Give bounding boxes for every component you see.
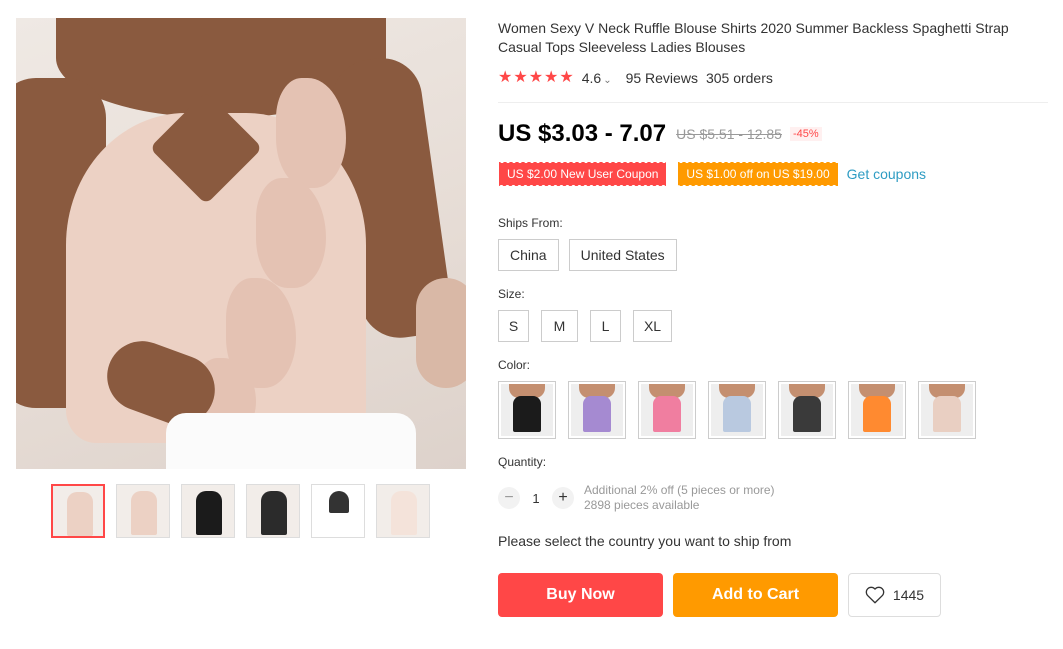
product-title: Women Sexy V Neck Ruffle Blouse Shirts 2… [498,20,1009,55]
action-buttons: Buy Now Add to Cart 1445 [498,573,941,617]
wishlist-count: 1445 [892,587,925,603]
ship-country-note: Please select the country you want to sh… [498,533,792,549]
chevron-down-icon: ⌄ [603,75,612,86]
thumbnail-1[interactable] [51,484,105,538]
color-swatch-3[interactable] [638,381,696,439]
garment-shape [863,396,891,432]
color-swatch-image [641,384,693,436]
discount-badge: -45% [789,127,822,141]
ship-option-china[interactable]: China [498,239,559,271]
garment-shape [583,396,611,432]
quantity-label: Quantity: [498,455,547,469]
quantity-input[interactable]: 1 [520,491,552,506]
bulk-discount-text: Additional 2% off (5 pieces or more) [584,483,775,497]
garment-shape [723,396,751,432]
quantity-decrease-button[interactable]: − [498,487,520,509]
thumbnail-6[interactable] [376,484,430,538]
garment-shape [793,396,821,432]
heart-icon [865,586,885,604]
color-swatch-4[interactable] [708,381,766,439]
garment-shape [933,396,961,432]
thumbnail-4[interactable] [246,484,300,538]
color-swatch-7[interactable] [918,381,976,439]
color-swatch-1[interactable] [498,381,556,439]
reviews-link[interactable]: 95 Reviews [626,70,698,86]
color-label: Color: [498,358,531,372]
quantity-stepper: − 1 + Additional 2% off (5 pieces or mor… [498,483,775,513]
original-price: US $5.51 - 12.85 [676,126,782,142]
color-swatch-image [571,384,623,436]
ships-from-label: Ships From: [498,216,563,230]
wishlist-button[interactable]: 1445 [848,573,941,617]
color-swatch-2[interactable] [568,381,626,439]
color-swatch-5[interactable] [778,381,836,439]
new-user-coupon[interactable]: US $2.00 New User Coupon [499,162,667,186]
rating-row: ★ ★ ★ ★ ★ 4.6 ⌄ 95 Reviews 305 orders [498,69,773,87]
color-swatch-image [851,384,903,436]
orders-count: 305 orders [705,70,773,86]
ship-option-united-states[interactable]: United States [568,239,677,271]
rating-value: 4.6 [581,70,602,86]
size-options: S M L XL [498,310,672,342]
color-swatch-image [711,384,763,436]
buy-now-button[interactable]: Buy Now [498,573,663,617]
size-option-s[interactable]: S [498,310,529,342]
store-coupon[interactable]: US $1.00 off on US $19.00 [678,162,838,186]
size-option-l[interactable]: L [590,310,621,342]
thumbnail-2[interactable] [116,484,170,538]
quantity-increase-button[interactable]: + [552,487,574,509]
garment-shape [653,396,681,432]
current-price: US $3.03 - 7.07 [498,120,667,147]
thumbnail-5-size-chart[interactable] [311,484,365,538]
color-swatch-image [921,384,973,436]
coupon-row: US $2.00 New User Coupon US $1.00 off on… [499,162,926,186]
price-row: US $3.03 - 7.07 US $5.51 - 12.85 -45% [498,120,822,148]
get-coupons-link[interactable]: Get coupons [847,166,926,182]
rating-dropdown[interactable]: 4.6 ⌄ [582,70,612,86]
add-to-cart-button[interactable]: Add to Cart [673,573,838,617]
main-product-image [16,18,466,469]
color-swatch-6[interactable] [848,381,906,439]
stock-available-text: 2898 pieces available [584,498,700,512]
star-icon: ★ [544,69,559,86]
star-icon: ★ [513,69,528,86]
star-rating: ★ ★ ★ ★ ★ [498,70,574,86]
divider [498,102,1048,103]
quantity-info: Additional 2% off (5 pieces or more) 289… [584,483,775,513]
star-icon: ★ [498,69,513,86]
garment-shape [513,396,541,432]
thumbnail-3[interactable] [181,484,235,538]
star-icon: ★ [559,69,574,86]
size-option-m[interactable]: M [541,310,578,342]
size-option-xl[interactable]: XL [633,310,672,342]
ships-from-options: China United States [498,239,677,271]
color-options [498,381,976,439]
color-swatch-image [501,384,553,436]
thumbnail-strip [51,484,430,538]
color-swatch-image [781,384,833,436]
star-icon: ★ [528,69,544,86]
size-label: Size: [498,287,525,301]
